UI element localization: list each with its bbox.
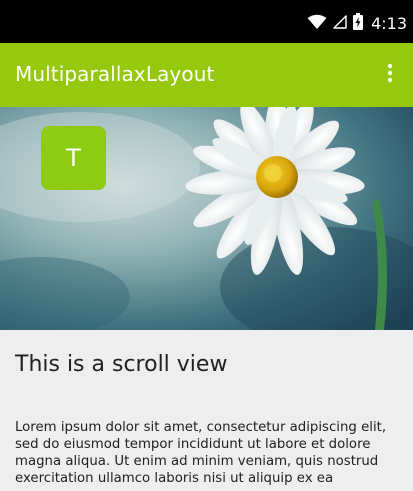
more-vert-icon xyxy=(387,63,393,87)
body-text: Lorem ipsum dolor sit amet, consectetur … xyxy=(15,420,387,486)
cellular-signal-icon xyxy=(333,14,347,29)
wifi-icon xyxy=(307,14,327,30)
app-bar: MultiparallaxLayout xyxy=(0,43,413,107)
avatar: T xyxy=(41,126,106,190)
status-icons: 4:13 xyxy=(307,0,407,43)
avatar-letter: T xyxy=(66,144,81,172)
status-bar: 4:13 xyxy=(0,0,413,43)
status-time: 4:13 xyxy=(371,14,407,33)
app-screen: 4:13 MultiparallaxLayout T This is a scr… xyxy=(0,0,413,491)
battery-charging-icon xyxy=(353,13,364,30)
section-title: This is a scroll view xyxy=(15,352,228,377)
scroll-view-content[interactable]: This is a scroll view Lorem ipsum dolor … xyxy=(0,330,413,491)
overflow-menu-button[interactable] xyxy=(375,55,405,95)
app-title: MultiparallaxLayout xyxy=(15,62,215,86)
